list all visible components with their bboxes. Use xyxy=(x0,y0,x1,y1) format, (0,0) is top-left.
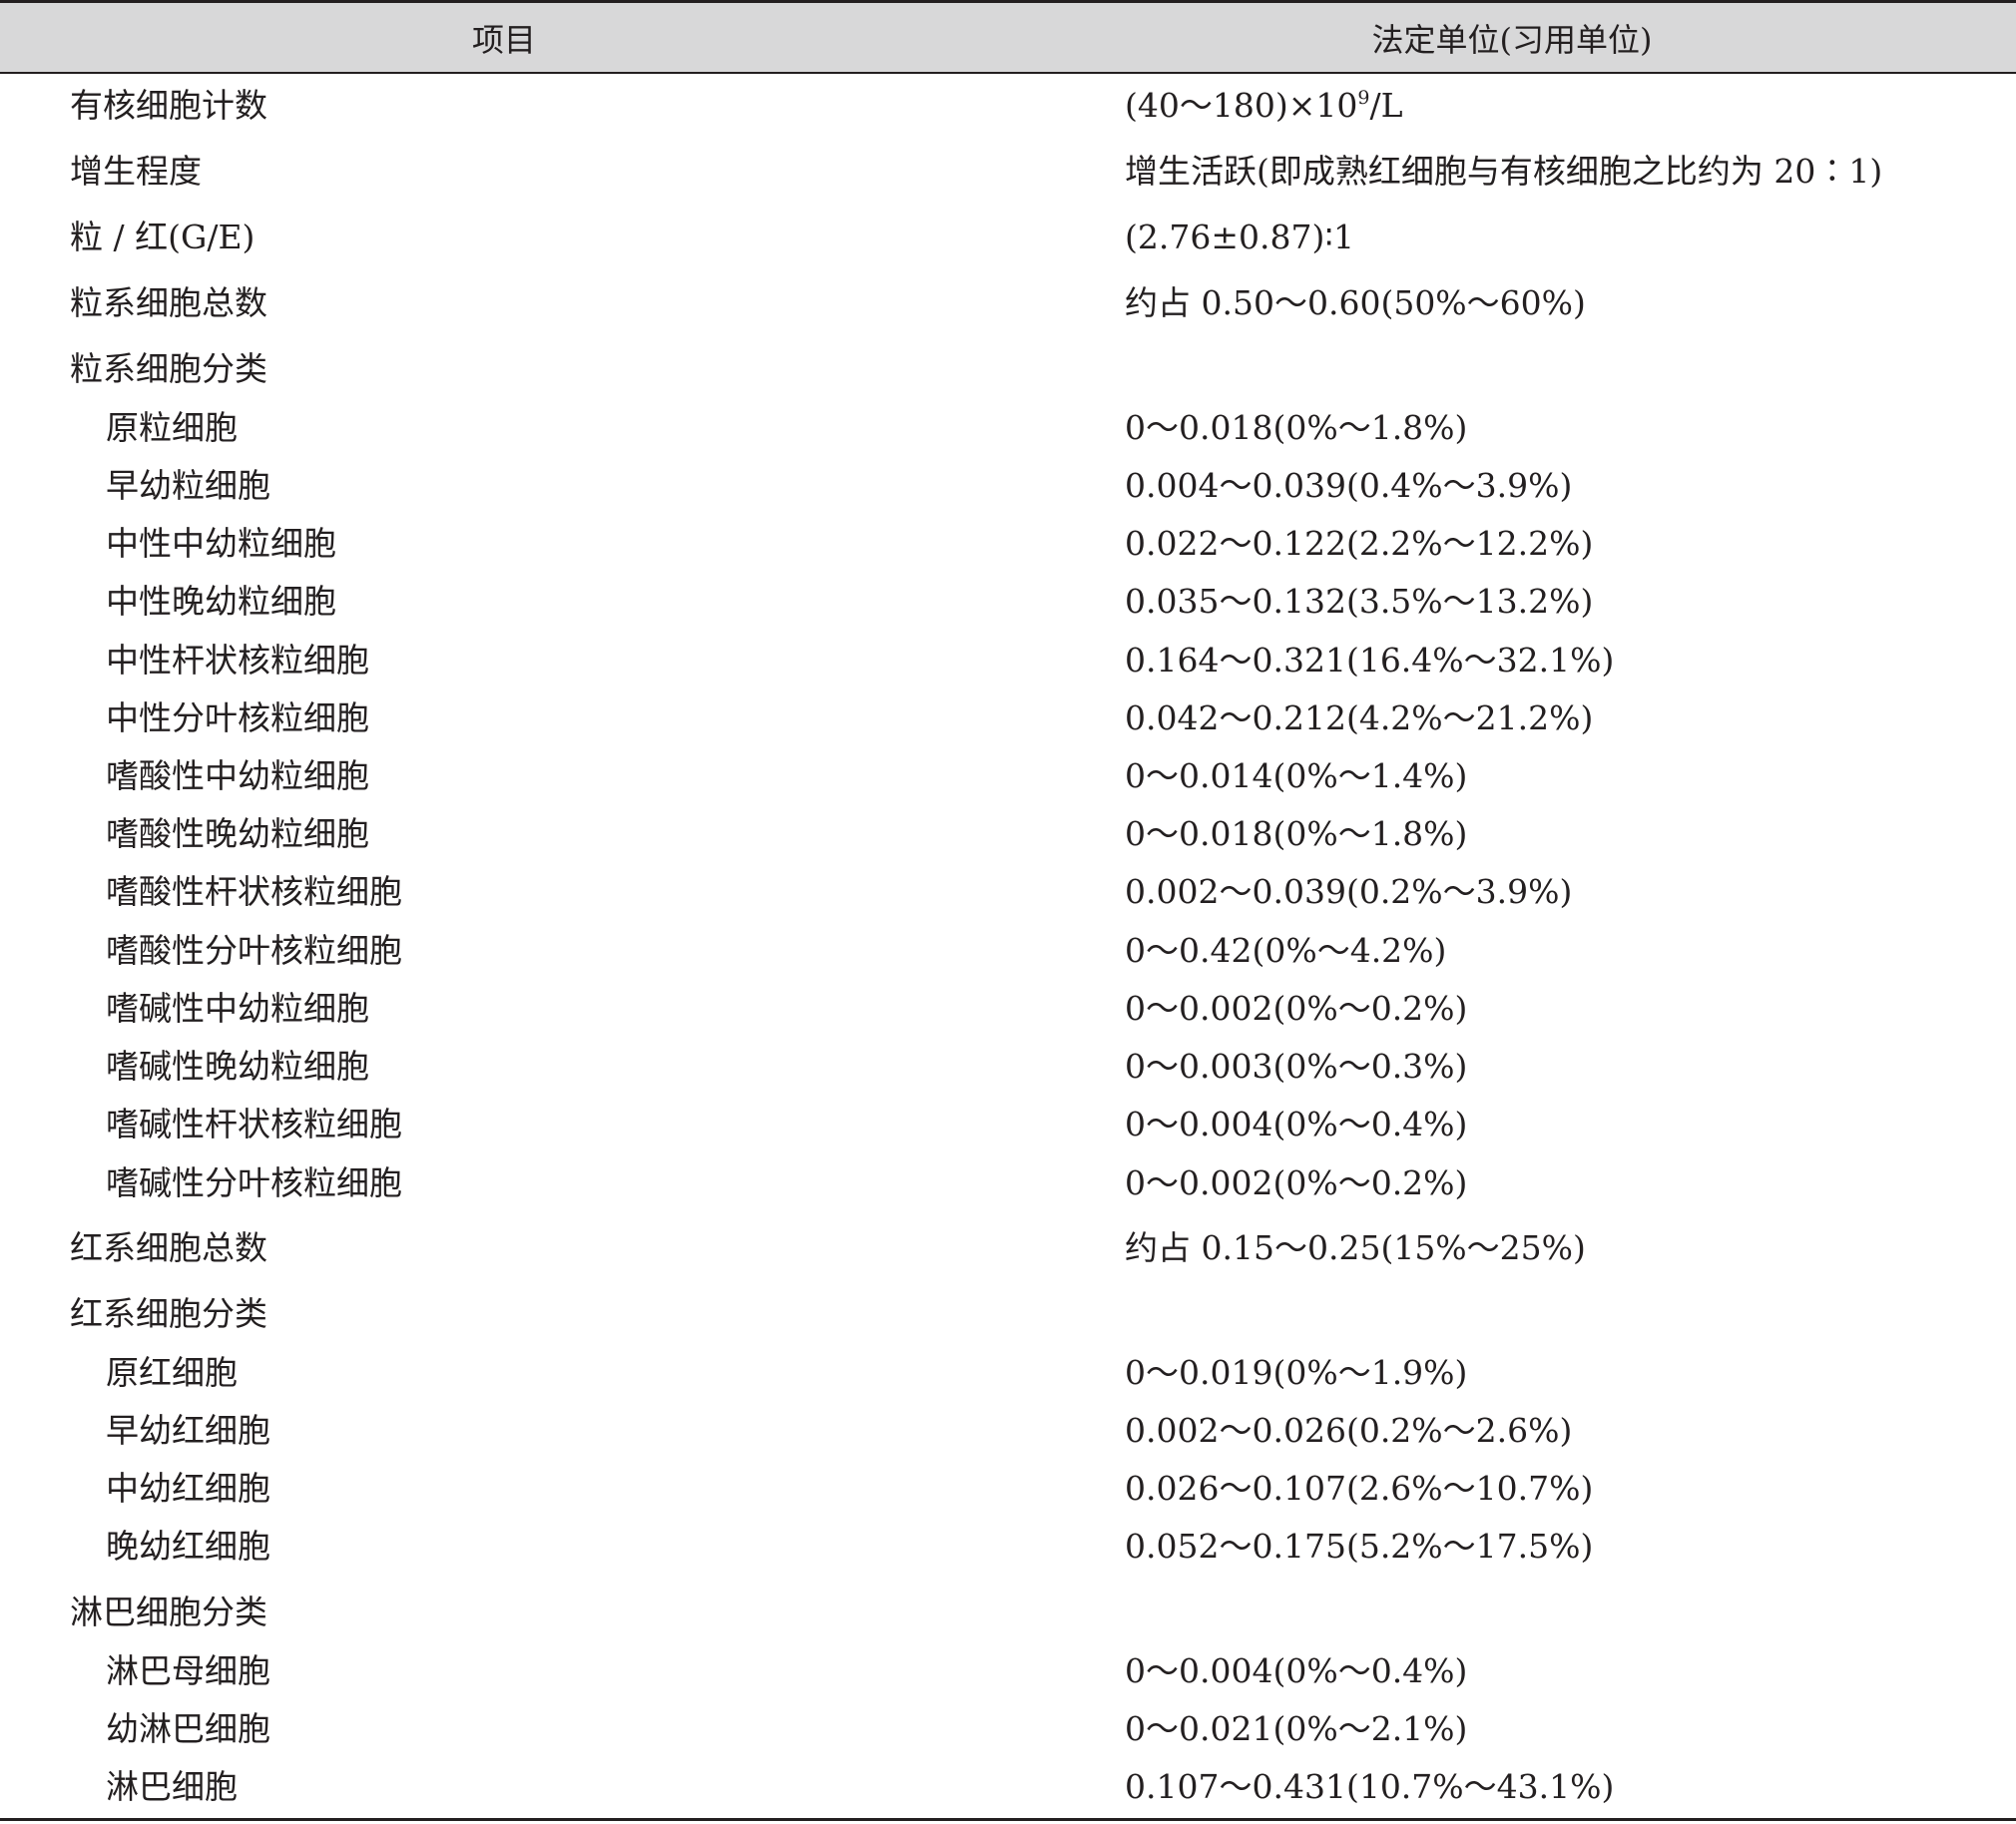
row-item: 早幼红细胞 xyxy=(106,1411,270,1450)
table-row: 中幼红细胞 0.026～0.107(2.6%～10.7%) xyxy=(0,1460,2016,1518)
row-value: 0～0.42(0%～4.2%) xyxy=(1125,931,1447,970)
table-row: 嗜碱性杆状核粒细胞 0～0.004(0%～0.4%) xyxy=(0,1096,2016,1153)
table-row: 早幼粒细胞 0.004～0.039(0.4%～3.9%) xyxy=(0,457,2016,515)
row-item: 嗜碱性晚幼粒细胞 xyxy=(106,1047,369,1086)
row-value: 0～0.004(0%～0.4%) xyxy=(1125,1105,1468,1143)
row-value: 0.002～0.039(0.2%～3.9%) xyxy=(1125,872,1573,911)
row-value: 0～0.002(0%～0.2%) xyxy=(1125,989,1468,1028)
row-item: 中幼红细胞 xyxy=(106,1469,270,1508)
table-row: 晚幼红细胞 0.052～0.175(5.2%～17.5%) xyxy=(0,1518,2016,1576)
table-row: 嗜碱性中幼粒细胞 0～0.002(0%～0.2%) xyxy=(0,980,2016,1038)
row-value: (40～180)×109/L xyxy=(1125,77,1403,135)
row-value: 0.026～0.107(2.6%～10.7%) xyxy=(1125,1469,1594,1508)
row-value: 增生活跃(即成熟红细胞与有核细胞之比约为 20∶1) xyxy=(1125,152,1883,191)
table-row: 有核细胞计数 (40～180)×109/L xyxy=(0,77,2016,135)
row-value: 0.052～0.175(5.2%～17.5%) xyxy=(1125,1527,1594,1566)
table-row: 嗜酸性分叶核粒细胞 0～0.42(0%～4.2%) xyxy=(0,922,2016,980)
table-row: 嗜酸性杆状核粒细胞 0.002～0.039(0.2%～3.9%) xyxy=(0,863,2016,921)
row-item: 粒 / 红(G/E) xyxy=(70,218,255,256)
header-item: 项目 xyxy=(471,20,536,59)
table-row: 粒系细胞总数 约占 0.50～0.60(50%～60%) xyxy=(0,274,2016,332)
row-item: 红系细胞分类 xyxy=(70,1294,267,1333)
table-row: 增生程度 增生活跃(即成熟红细胞与有核细胞之比约为 20∶1) xyxy=(0,143,2016,201)
table-row: 中性中幼粒细胞 0.022～0.122(2.2%～12.2%) xyxy=(0,515,2016,573)
row-item: 幼淋巴细胞 xyxy=(106,1709,270,1748)
row-value: 0～0.019(0%～1.9%) xyxy=(1125,1353,1468,1392)
row-value: 0.022～0.122(2.2%～12.2%) xyxy=(1125,524,1594,563)
bottom-rule xyxy=(0,1818,2016,1821)
row-value: 约占 0.15～0.25(15%～25%) xyxy=(1125,1228,1586,1267)
row-value: 0.164～0.321(16.4%～32.1%) xyxy=(1125,641,1615,680)
row-value: 0～0.018(0%～1.8%) xyxy=(1125,814,1468,853)
table-row: 中性杆状核粒细胞 0.164～0.321(16.4%～32.1%) xyxy=(0,632,2016,689)
row-item: 嗜酸性杆状核粒细胞 xyxy=(106,872,402,911)
table-row: 嗜碱性分叶核粒细胞 0～0.002(0%～0.2%) xyxy=(0,1154,2016,1212)
row-value: 0.042～0.212(4.2%～21.2%) xyxy=(1125,698,1594,737)
table-row: 淋巴细胞分类 xyxy=(0,1584,2016,1641)
row-value: 0～0.018(0%～1.8%) xyxy=(1125,408,1468,447)
table-row: 粒系细胞分类 xyxy=(0,340,2016,398)
value-exponent: 9 xyxy=(1357,87,1370,109)
row-item: 嗜酸性中幼粒细胞 xyxy=(106,756,369,795)
table-header: 项目 法定单位(习用单位) xyxy=(0,3,2016,74)
table-row: 早幼红细胞 0.002～0.026(0.2%～2.6%) xyxy=(0,1402,2016,1460)
row-item: 淋巴母细胞 xyxy=(106,1651,270,1690)
row-item: 原红细胞 xyxy=(106,1353,238,1392)
row-value: 约占 0.50～0.60(50%～60%) xyxy=(1125,283,1586,322)
row-item: 中性分叶核粒细胞 xyxy=(106,698,369,737)
row-item: 嗜碱性分叶核粒细胞 xyxy=(106,1163,402,1202)
row-item: 早幼粒细胞 xyxy=(106,466,270,505)
table-row: 原粒细胞 0～0.018(0%～1.8%) xyxy=(0,399,2016,457)
header-value: 法定单位(习用单位) xyxy=(1371,20,1653,59)
row-item: 中性杆状核粒细胞 xyxy=(106,641,369,680)
value-unit: /L xyxy=(1369,86,1403,125)
row-item: 红系细胞总数 xyxy=(70,1228,267,1267)
row-value: 0～0.002(0%～0.2%) xyxy=(1125,1163,1468,1202)
row-item: 嗜酸性分叶核粒细胞 xyxy=(106,931,402,970)
table-row: 嗜酸性中幼粒细胞 0～0.014(0%～1.4%) xyxy=(0,747,2016,805)
row-value: 0.107～0.431(10.7%～43.1%) xyxy=(1125,1767,1615,1806)
row-item: 嗜酸性晚幼粒细胞 xyxy=(106,814,369,853)
row-value: 0.004～0.039(0.4%～3.9%) xyxy=(1125,466,1573,505)
row-item: 嗜碱性中幼粒细胞 xyxy=(106,989,369,1028)
row-value: 0.002～0.026(0.2%～2.6%) xyxy=(1125,1411,1573,1450)
row-item: 中性晚幼粒细胞 xyxy=(106,582,336,621)
row-item: 原粒细胞 xyxy=(106,408,238,447)
table-row: 中性晚幼粒细胞 0.035～0.132(3.5%～13.2%) xyxy=(0,573,2016,631)
row-item: 淋巴细胞分类 xyxy=(70,1593,267,1631)
row-item: 粒系细胞总数 xyxy=(70,283,267,322)
table-row: 幼淋巴细胞 0～0.021(0%～2.1%) xyxy=(0,1700,2016,1758)
reference-table: 项目 法定单位(习用单位) 有核细胞计数 (40～180)×109/L 增生程度 增生… xyxy=(0,0,2016,1824)
table-row: 嗜酸性晚幼粒细胞 0～0.018(0%～1.8%) xyxy=(0,805,2016,863)
table-row: 中性分叶核粒细胞 0.042～0.212(4.2%～21.2%) xyxy=(0,689,2016,747)
row-value: 0～0.021(0%～2.1%) xyxy=(1125,1709,1468,1748)
table-row: 淋巴母细胞 0～0.004(0%～0.4%) xyxy=(0,1642,2016,1700)
row-value: 0.035～0.132(3.5%～13.2%) xyxy=(1125,582,1594,621)
table-row: 粒 / 红(G/E) (2.76±0.87)∶1 xyxy=(0,209,2016,266)
row-item: 淋巴细胞 xyxy=(106,1767,238,1806)
row-item: 增生程度 xyxy=(70,152,202,191)
table-row: 原红细胞 0～0.019(0%～1.9%) xyxy=(0,1344,2016,1402)
row-item: 嗜碱性杆状核粒细胞 xyxy=(106,1105,402,1143)
row-value: 0～0.004(0%～0.4%) xyxy=(1125,1651,1468,1690)
value-text: (40～180)×10 xyxy=(1125,86,1358,125)
table-row: 红系细胞分类 xyxy=(0,1285,2016,1343)
row-item: 有核细胞计数 xyxy=(70,86,267,125)
table-row: 红系细胞总数 约占 0.15～0.25(15%～25%) xyxy=(0,1219,2016,1277)
row-item: 晚幼红细胞 xyxy=(106,1527,270,1566)
row-value: 0～0.003(0%～0.3%) xyxy=(1125,1047,1468,1086)
table-row: 嗜碱性晚幼粒细胞 0～0.003(0%～0.3%) xyxy=(0,1038,2016,1096)
row-value: (2.76±0.87)∶1 xyxy=(1125,218,1354,256)
row-value: 0～0.014(0%～1.4%) xyxy=(1125,756,1468,795)
row-item: 中性中幼粒细胞 xyxy=(106,524,336,563)
table-row: 淋巴细胞 0.107～0.431(10.7%～43.1%) xyxy=(0,1758,2016,1816)
row-item: 粒系细胞分类 xyxy=(70,349,267,388)
